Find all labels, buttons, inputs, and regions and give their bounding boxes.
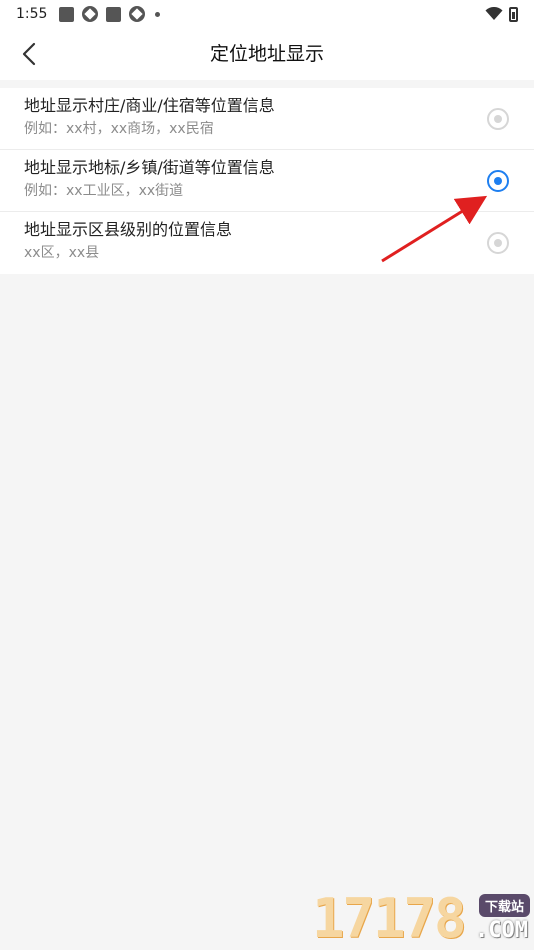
option-village-commercial[interactable]: 地址显示村庄/商业/住宿等位置信息 例如：xx村，xx商场，xx民宿 — [0, 88, 534, 150]
option-title: 地址显示地标/乡镇/街道等位置信息 — [24, 158, 275, 177]
square-notification-icon — [106, 6, 122, 22]
page-title: 定位地址显示 — [209, 43, 324, 65]
radio-button[interactable] — [487, 232, 509, 254]
option-example: 例如：xx工业区，xx街道 — [24, 183, 184, 199]
site-watermark: 17178 下载站 .COM — [312, 888, 534, 950]
radio-button-selected[interactable] — [487, 170, 509, 192]
notification-icons — [59, 6, 161, 22]
option-district-county[interactable]: 地址显示区县级别的位置信息 xx区，xx县 — [0, 212, 534, 274]
option-title: 地址显示区县级别的位置信息 — [24, 220, 233, 239]
option-example: 例如：xx村，xx商场，xx民宿 — [24, 121, 214, 137]
chevron-left-icon — [22, 42, 36, 66]
back-button[interactable] — [10, 34, 50, 74]
square-notification-icon — [59, 6, 75, 22]
header: 定位地址显示 — [0, 28, 534, 80]
wifi-icon — [485, 7, 503, 20]
address-options-list: 地址显示村庄/商业/住宿等位置信息 例如：xx村，xx商场，xx民宿 地址显示地… — [0, 88, 534, 274]
watermark-number: 17178 — [312, 887, 467, 950]
option-example: xx区，xx县 — [24, 245, 100, 261]
aperture-icon — [129, 6, 146, 22]
status-right — [485, 6, 518, 22]
aperture-icon — [82, 6, 99, 22]
status-time: 1:55 — [16, 6, 48, 22]
radio-button[interactable] — [487, 108, 509, 130]
watermark-suffix: .COM — [475, 918, 528, 943]
status-bar: 1:55 — [0, 0, 534, 28]
dot-icon — [155, 11, 161, 17]
battery-icon — [509, 6, 518, 22]
option-title: 地址显示村庄/商业/住宿等位置信息 — [24, 96, 275, 115]
option-landmark-street[interactable]: 地址显示地标/乡镇/街道等位置信息 例如：xx工业区，xx街道 — [0, 150, 534, 212]
watermark-badge: 下载站 — [478, 894, 530, 917]
